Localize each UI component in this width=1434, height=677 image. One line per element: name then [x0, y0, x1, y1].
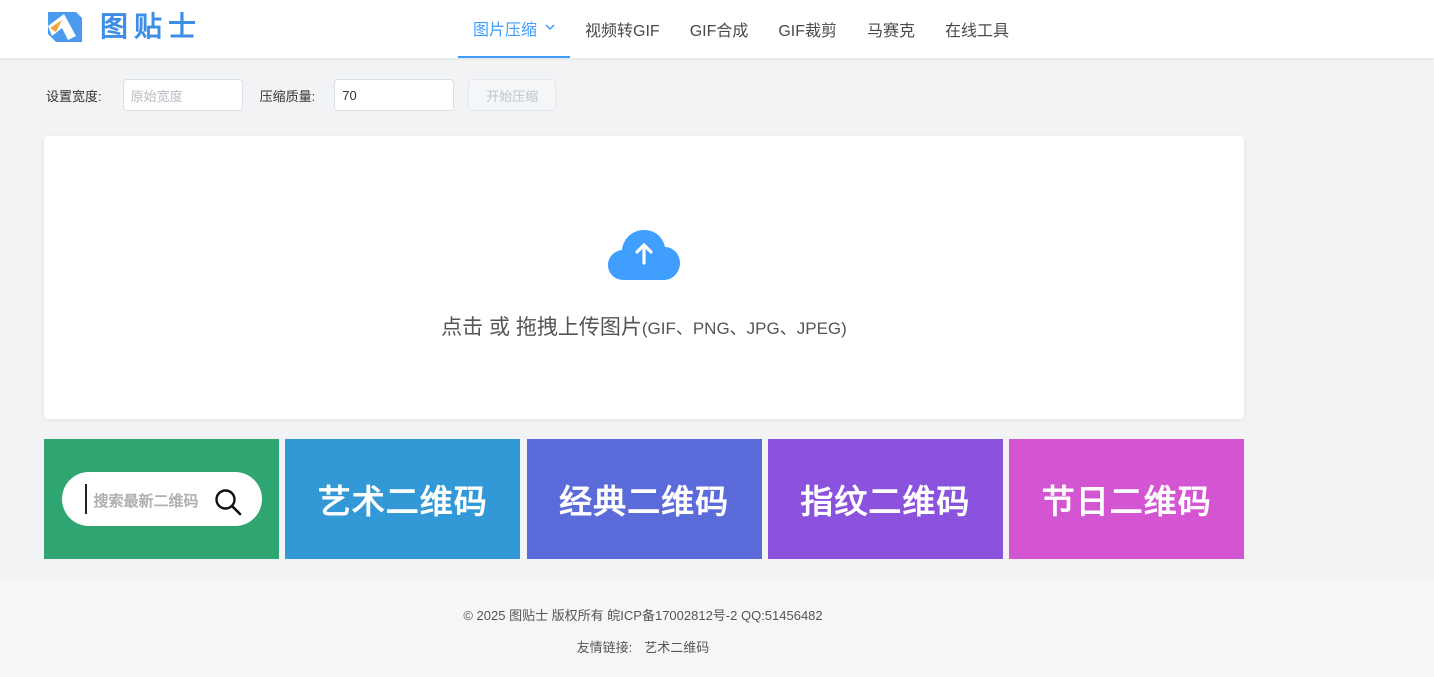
- chevron-down-icon: [545, 23, 555, 34]
- search-icon[interactable]: [214, 486, 242, 524]
- qr-search-tile: 搜索最新二维码: [44, 439, 279, 559]
- logo-text: 图贴士: [100, 10, 203, 43]
- friend-links: 友情链接: 艺术二维码: [0, 637, 1286, 656]
- nav-item-gif-crop[interactable]: GIF裁剪: [763, 0, 852, 58]
- upload-formats-text: (GIF、PNG、JPG、JPEG): [641, 319, 847, 338]
- quality-label: 压缩质量:: [259, 88, 316, 104]
- tile-art-qr[interactable]: 艺术二维码: [285, 439, 521, 559]
- main-nav: 图片压缩 视频转GIF GIF合成 GIF裁剪 马赛克 在线工具: [458, 0, 1024, 58]
- page-footer: © 2025 图贴士 版权所有 皖ICP备17002812号-2 QQ:5145…: [0, 579, 1434, 677]
- qr-search-input[interactable]: 搜索最新二维码: [61, 472, 262, 526]
- compress-settings: 设置宽度: 原始宽度 压缩质量: 70 开始压缩: [46, 78, 557, 112]
- cloud-upload-icon: [608, 230, 680, 287]
- upload-dropzone[interactable]: 点击 或 拖拽上传图片(GIF、PNG、JPG、JPEG): [44, 136, 1244, 419]
- friend-links-label: 友情链接:: [576, 640, 633, 655]
- tile-classic-qr[interactable]: 经典二维码: [526, 439, 762, 559]
- width-placeholder: 原始宽度: [130, 88, 183, 104]
- nav-item-video-to-gif[interactable]: 视频转GIF: [570, 0, 675, 58]
- upload-instructions: 点击 或 拖拽上传图片(GIF、PNG、JPG、JPEG): [44, 311, 1244, 341]
- nav-item-online-tools[interactable]: 在线工具: [930, 0, 1024, 58]
- width-label: 设置宽度:: [46, 88, 102, 104]
- friend-link-art-qr[interactable]: 艺术二维码: [644, 640, 709, 655]
- quality-value: 70: [342, 87, 357, 103]
- text-cursor: [84, 484, 87, 514]
- site-logo[interactable]: 图贴士: [46, 6, 202, 44]
- qr-tiles: 搜索最新二维码 艺术二维码 经典二维码 指纹二维码 节日二维码: [44, 439, 1245, 559]
- tile-festival-qr[interactable]: 节日二维码: [1009, 439, 1245, 559]
- logo-icon: [46, 6, 84, 44]
- top-header: 图贴士 图片压缩 视频转GIF GIF合成 GIF裁剪 马赛克 在线工具: [0, 0, 1434, 58]
- qr-search-placeholder: 搜索最新二维码: [93, 493, 199, 510]
- upload-main-text: 点击 或 拖拽上传图片: [441, 316, 642, 339]
- nav-item-gif-compose[interactable]: GIF合成: [675, 0, 764, 58]
- nav-item-mosaic[interactable]: 马赛克: [852, 0, 930, 58]
- start-compress-button[interactable]: 开始压缩: [468, 79, 557, 111]
- copyright-text: © 2025 图贴士 版权所有 皖ICP备17002812号-2 QQ:5145…: [463, 608, 823, 623]
- width-input[interactable]: 原始宽度: [122, 79, 243, 111]
- tile-fingerprint-qr[interactable]: 指纹二维码: [767, 439, 1003, 559]
- quality-input[interactable]: 70: [334, 79, 455, 111]
- nav-item-image-compress[interactable]: 图片压缩: [458, 0, 571, 58]
